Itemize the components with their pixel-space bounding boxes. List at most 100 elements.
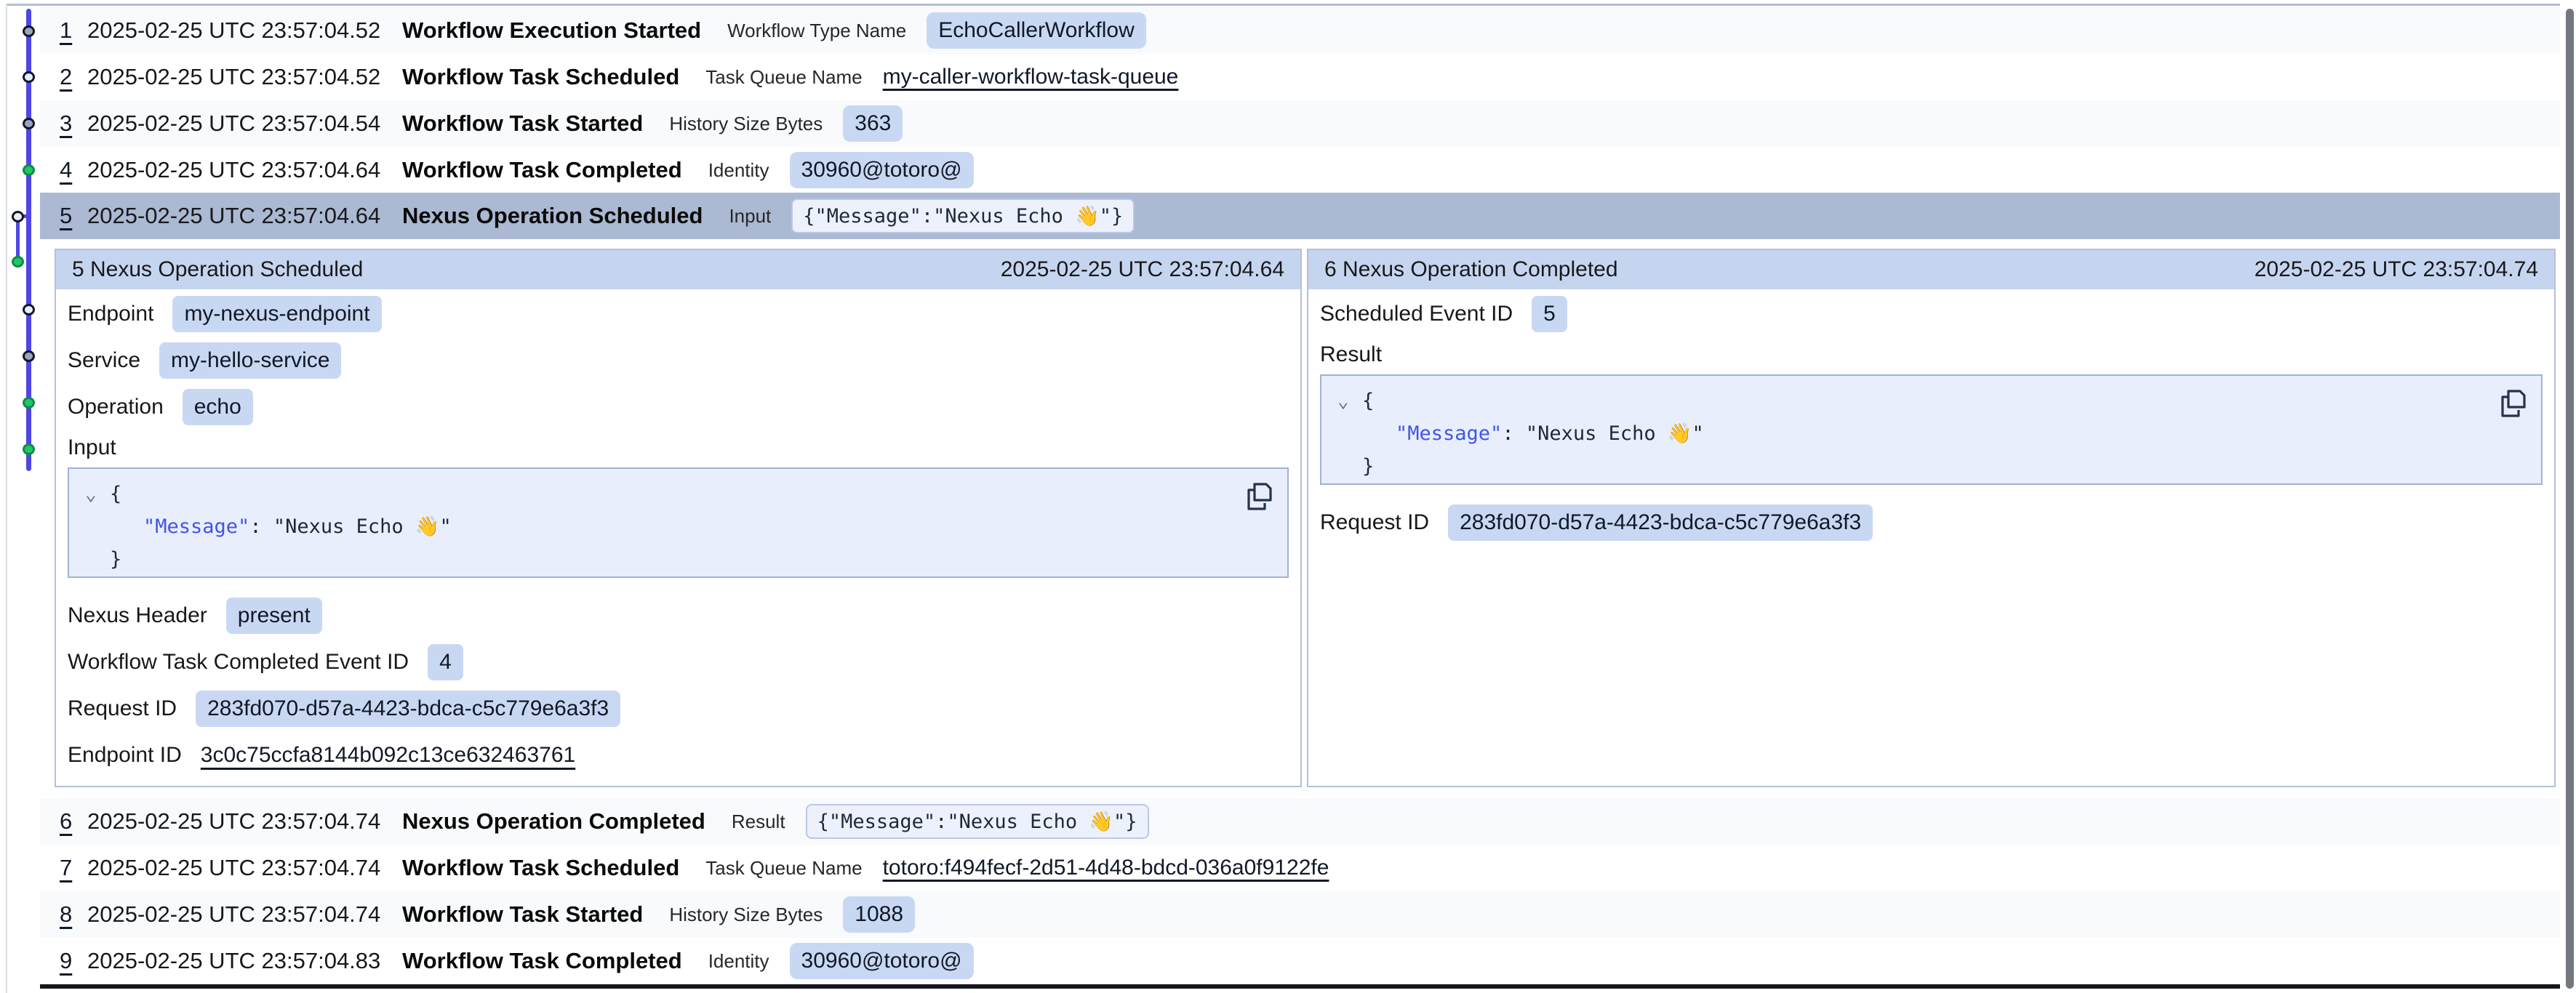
workflow-history-view: 1 2025-02-25 UTC 23:57:04.52 Workflow Ex… <box>0 0 2576 993</box>
field-request-id: Request ID 283fd070-d57a-4423-bdca-c5c77… <box>68 686 1289 732</box>
event-row-6[interactable]: 6 2025-02-25 UTC 23:57:04.74 Nexus Opera… <box>40 798 2568 845</box>
event-id-link[interactable]: 9 <box>60 948 87 974</box>
field-value-badge: my-hello-service <box>159 342 341 379</box>
event-row-2[interactable]: 2 2025-02-25 UTC 23:57:04.52 Workflow Ta… <box>40 54 2568 100</box>
event-name: Workflow Task Started <box>402 110 643 137</box>
field-label: Endpoint ID <box>68 743 182 768</box>
timeline-dot-event-8[interactable] <box>23 350 35 362</box>
field-label: Endpoint <box>68 302 153 326</box>
field-label: Result <box>1320 342 1382 367</box>
timeline-dot-event-2[interactable] <box>23 71 35 83</box>
field-value-badge: 4 <box>428 644 463 680</box>
field-workflow-task-completed-event-id: Workflow Task Completed Event ID 4 <box>68 639 1289 686</box>
collapse-chevron-icon[interactable]: ⌄ <box>1337 392 1349 411</box>
timeline-dot-event-7[interactable] <box>23 304 35 315</box>
event-detail-value: 30960@totoro@ <box>790 943 974 979</box>
json-line: "Message": "Nexus Echo 👋" <box>1321 417 2541 450</box>
timeline-dot-event-5[interactable] <box>12 211 24 222</box>
panel-timestamp: 2025-02-25 UTC 23:57:04.74 <box>2255 257 2538 282</box>
field-label: Workflow Task Completed Event ID <box>68 650 409 675</box>
field-endpoint-id: Endpoint ID 3c0c75ccfa8144b092c13ce63246… <box>68 732 1289 779</box>
event-id-link[interactable]: 3 <box>60 110 87 137</box>
event-timestamp: 2025-02-25 UTC 23:57:04.83 <box>87 948 402 974</box>
endpoint-id-link[interactable]: 3c0c75ccfa8144b092c13ce632463761 <box>201 743 575 768</box>
payload-viewer-input: ⌄ { "Message": "Nexus Echo 👋" } <box>68 467 1289 578</box>
event-name: Workflow Execution Started <box>402 17 701 44</box>
json-line: } <box>69 543 1287 576</box>
event-id-link[interactable]: 2 <box>60 64 87 90</box>
event-id-link[interactable]: 6 <box>60 808 87 835</box>
field-service: Service my-hello-service <box>68 337 1289 384</box>
panel-timestamp: 2025-02-25 UTC 23:57:04.64 <box>1001 257 1284 282</box>
detail-panel-nexus-operation-completed: 6 Nexus Operation Completed 2025-02-25 U… <box>1307 249 2556 787</box>
field-label: Request ID <box>1320 510 1429 535</box>
event-timestamp: 2025-02-25 UTC 23:57:04.74 <box>87 855 402 881</box>
field-value-badge: present <box>226 598 322 634</box>
timeline-dot-event-1[interactable] <box>23 25 35 37</box>
field-value-badge: 283fd070-d57a-4423-bdca-c5c779e6a3f3 <box>1448 504 1873 541</box>
event-row-1[interactable]: 1 2025-02-25 UTC 23:57:04.52 Workflow Ex… <box>40 7 2568 54</box>
json-line: "Message": "Nexus Echo 👋" <box>69 510 1287 543</box>
event-row-3[interactable]: 3 2025-02-25 UTC 23:57:04.54 Workflow Ta… <box>40 100 2568 147</box>
field-label: Operation <box>68 395 164 419</box>
event-id-link[interactable]: 7 <box>60 855 87 881</box>
event-timestamp: 2025-02-25 UTC 23:57:04.64 <box>87 203 402 229</box>
json-value: "Nexus Echo 👋" <box>1526 422 1704 445</box>
collapse-chevron-icon[interactable]: ⌄ <box>85 485 97 504</box>
event-name: Workflow Task Scheduled <box>402 855 679 881</box>
scrollbar-thumb[interactable] <box>2566 9 2574 989</box>
next-row-cutoff <box>40 984 2568 989</box>
payload-chip: {"Message":"Nexus Echo 👋"} <box>791 198 1135 233</box>
json-key: "Message" <box>143 515 249 538</box>
event-id-link[interactable]: 8 <box>60 901 87 928</box>
event-name: Workflow Task Scheduled <box>402 64 679 90</box>
timeline-dot-event-3[interactable] <box>23 118 35 129</box>
field-operation: Operation echo <box>68 384 1289 430</box>
timeline-dot-event-6[interactable] <box>12 256 24 268</box>
event-row-9[interactable]: 9 2025-02-25 UTC 23:57:04.83 Workflow Ta… <box>40 938 2568 984</box>
copy-button[interactable] <box>2499 387 2528 419</box>
event-id-link[interactable]: 5 <box>60 203 87 229</box>
payload-viewer-result: ⌄ { "Message": "Nexus Echo 👋" } <box>1320 374 2543 485</box>
copy-button[interactable] <box>1245 481 1274 512</box>
task-queue-link[interactable]: totoro:f494fecf-2d51-4d48-bdcd-036a0f912… <box>883 856 1329 880</box>
field-endpoint: Endpoint my-nexus-endpoint <box>68 291 1289 337</box>
event-detail-label: Task Queue Name <box>705 66 862 89</box>
copy-icon <box>2499 387 2528 419</box>
field-value-badge: echo <box>183 389 253 425</box>
timeline-dot-event-10[interactable] <box>23 443 35 455</box>
event-detail-value: 1088 <box>843 896 915 933</box>
field-result-label: Result <box>1320 337 2543 372</box>
event-detail-label: Input <box>729 205 771 228</box>
field-label: Input <box>68 435 116 460</box>
event-row-7[interactable]: 7 2025-02-25 UTC 23:57:04.74 Workflow Ta… <box>40 845 2568 891</box>
event-row-5-selected[interactable]: 5 2025-02-25 UTC 23:57:04.64 Nexus Opera… <box>40 193 2568 239</box>
event-detail-value: 30960@totoro@ <box>790 152 974 188</box>
json-value: "Nexus Echo 👋" <box>273 515 452 538</box>
event-id-link[interactable]: 4 <box>60 157 87 183</box>
event-timestamp: 2025-02-25 UTC 23:57:04.52 <box>87 17 402 44</box>
field-label: Request ID <box>68 696 177 721</box>
event-detail-label: Workflow Type Name <box>727 20 906 42</box>
field-value-badge: 5 <box>1532 296 1567 332</box>
scrollbar[interactable] <box>2560 0 2576 993</box>
task-queue-link[interactable]: my-caller-workflow-task-queue <box>883 65 1179 89</box>
json-key: "Message" <box>1396 422 1502 445</box>
json-line: } <box>1321 450 2541 483</box>
timeline-dot-event-4[interactable] <box>23 164 35 176</box>
panel-header: 6 Nexus Operation Completed 2025-02-25 U… <box>1308 250 2554 289</box>
timeline-branch-line <box>16 220 20 258</box>
json-line: { <box>1321 385 2541 417</box>
event-id-link[interactable]: 1 <box>60 17 87 44</box>
top-border <box>6 4 2576 6</box>
event-detail-label: Identity <box>708 159 769 182</box>
event-timestamp: 2025-02-25 UTC 23:57:04.52 <box>87 64 402 90</box>
event-timestamp: 2025-02-25 UTC 23:57:04.54 <box>87 110 402 137</box>
timeline-dot-event-9[interactable] <box>23 397 35 409</box>
event-row-4[interactable]: 4 2025-02-25 UTC 23:57:04.64 Workflow Ta… <box>40 147 2568 193</box>
event-row-8[interactable]: 8 2025-02-25 UTC 23:57:04.74 Workflow Ta… <box>40 891 2568 938</box>
event-name: Workflow Task Completed <box>402 948 682 974</box>
copy-icon <box>1245 481 1274 512</box>
event-detail-label: Identity <box>708 950 769 973</box>
event-detail-label: History Size Bytes <box>669 904 823 926</box>
